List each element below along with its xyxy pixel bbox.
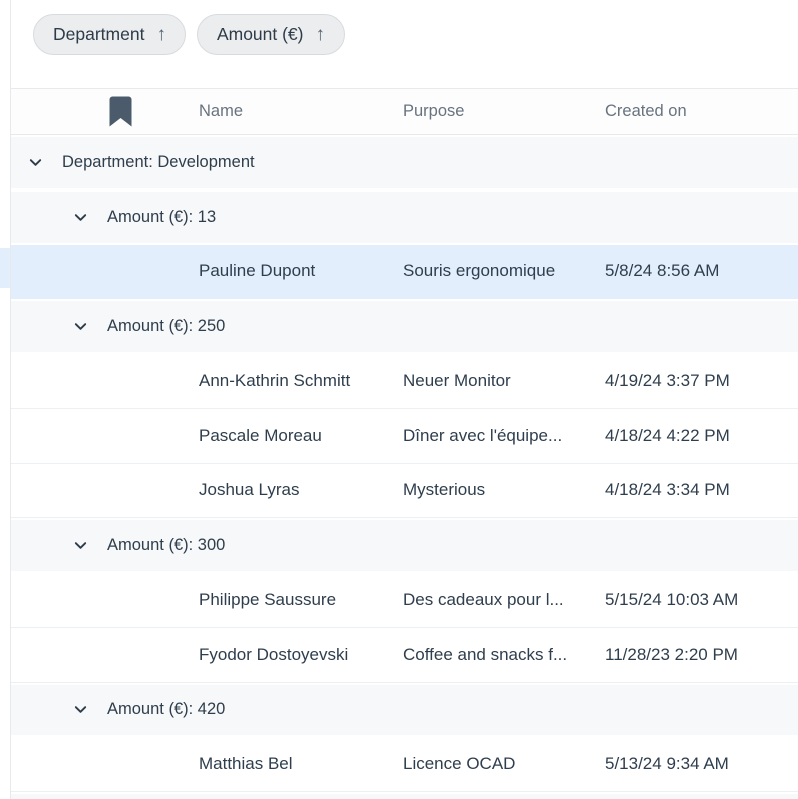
group-row-amount-13[interactable]: Amount (€): 13 — [11, 190, 798, 245]
group-pill-department[interactable]: Department ↑ — [33, 14, 186, 55]
next-group-row-partial — [11, 792, 798, 799]
cell-name: Pauline Dupont — [199, 261, 403, 281]
grouped-table-page: Department ↑ Amount (€) ↑ Name Purpose — [0, 0, 798, 799]
column-header-purpose[interactable]: Purpose — [403, 102, 605, 121]
cell-purpose: Licence OCAD — [403, 754, 605, 774]
cell-created-on: 5/8/24 8:56 AM — [605, 261, 798, 281]
cell-name: Joshua Lyras — [199, 480, 403, 500]
group-pill-label: Amount (€) — [217, 24, 304, 45]
table-header-row: Name Purpose Created on — [11, 89, 798, 135]
group-row-amount-300[interactable]: Amount (€): 300 — [11, 518, 798, 573]
cell-purpose: Mysterious — [403, 480, 605, 500]
cell-created-on: 4/18/24 4:22 PM — [605, 426, 798, 446]
table-row[interactable]: Joshua Lyras Mysterious 4/18/24 3:34 PM — [11, 464, 798, 519]
sort-ascending-icon: ↑ — [316, 25, 326, 44]
records-table: Name Purpose Created on Department: Deve… — [11, 88, 798, 799]
grouping-toolbar: Department ↑ Amount (€) ↑ — [11, 0, 798, 88]
cell-purpose: Coffee and snacks f... — [403, 645, 605, 665]
cell-purpose: Neuer Monitor — [403, 371, 605, 391]
chevron-down-icon[interactable] — [73, 702, 88, 717]
cell-created-on: 5/13/24 9:34 AM — [605, 754, 798, 774]
cell-created-on: 4/18/24 3:34 PM — [605, 480, 798, 500]
group-label: Department: Development — [62, 153, 255, 172]
group-row-amount-420[interactable]: Amount (€): 420 — [11, 683, 798, 738]
cell-name: Pascale Moreau — [199, 426, 403, 446]
group-label: Amount (€): 300 — [107, 536, 225, 555]
chevron-down-icon[interactable] — [73, 319, 88, 334]
cell-name: Matthias Bel — [199, 754, 403, 774]
table-row[interactable]: Fyodor Dostoyevski Coffee and snacks f..… — [11, 628, 798, 683]
table-row[interactable]: Matthias Bel Licence OCAD 5/13/24 9:34 A… — [11, 737, 798, 792]
group-row-department-development[interactable]: Department: Development — [11, 135, 798, 190]
group-pill-amount[interactable]: Amount (€) ↑ — [197, 14, 345, 55]
cell-created-on: 5/15/24 10:03 AM — [605, 590, 798, 610]
chevron-down-icon[interactable] — [73, 210, 88, 225]
group-pill-label: Department — [53, 24, 144, 45]
chevron-down-icon[interactable] — [28, 155, 43, 170]
sort-ascending-icon: ↑ — [156, 25, 166, 44]
cell-purpose: Des cadeaux pour l... — [403, 590, 605, 610]
cell-created-on: 4/19/24 3:37 PM — [605, 371, 798, 391]
bookmark-icon — [109, 96, 132, 127]
table-panel: Department ↑ Amount (€) ↑ Name Purpose — [10, 0, 798, 799]
cell-name: Ann-Kathrin Schmitt — [199, 371, 403, 391]
group-label: Amount (€): 250 — [107, 317, 225, 336]
cell-name: Philippe Saussure — [199, 590, 403, 610]
cell-purpose: Dîner avec l'équipe... — [403, 426, 605, 446]
group-row-amount-250[interactable]: Amount (€): 250 — [11, 299, 798, 354]
table-row[interactable]: Pascale Moreau Dîner avec l'équipe... 4/… — [11, 409, 798, 464]
bookmark-column-header[interactable] — [11, 96, 199, 127]
group-label: Amount (€): 420 — [107, 700, 225, 719]
table-row[interactable]: Philippe Saussure Des cadeaux pour l... … — [11, 573, 798, 628]
column-header-name[interactable]: Name — [199, 102, 403, 121]
column-header-created-on[interactable]: Created on — [605, 102, 798, 121]
cell-purpose: Souris ergonomique — [403, 261, 605, 281]
cell-created-on: 11/28/23 2:20 PM — [605, 645, 798, 665]
chevron-down-icon[interactable] — [73, 538, 88, 553]
group-label: Amount (€): 13 — [107, 208, 216, 227]
selected-row-gutter-indicator — [0, 248, 10, 288]
table-row[interactable]: Ann-Kathrin Schmitt Neuer Monitor 4/19/2… — [11, 354, 798, 409]
cell-name: Fyodor Dostoyevski — [199, 645, 403, 665]
table-row-selected[interactable]: Pauline Dupont Souris ergonomique 5/8/24… — [11, 245, 798, 300]
